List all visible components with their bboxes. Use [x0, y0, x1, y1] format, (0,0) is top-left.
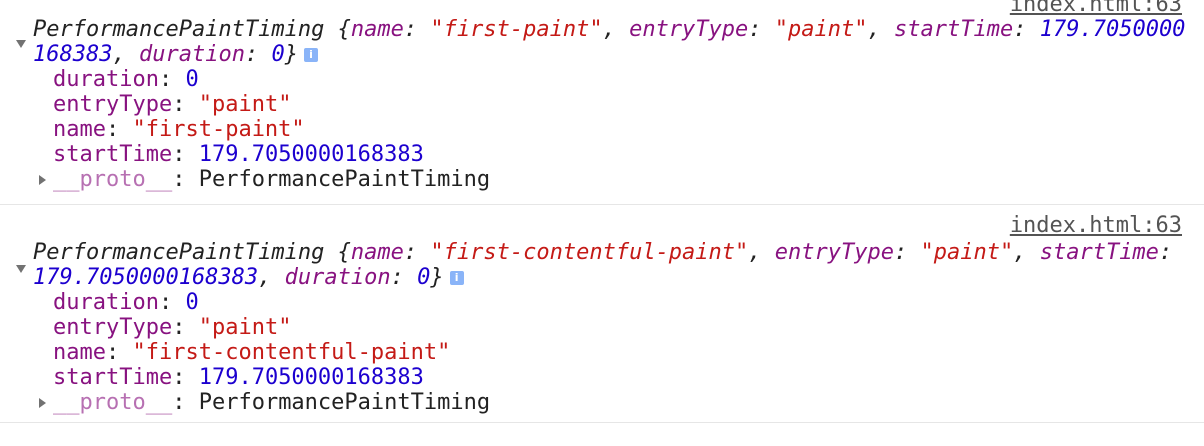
summary-value: 179.7050000168383: [33, 265, 259, 290]
summary-key: name: [350, 17, 404, 42]
property-row[interactable]: duration: 0: [53, 67, 490, 92]
summary-value: "first-paint": [430, 17, 603, 42]
expand-triangle-icon[interactable]: [39, 398, 46, 408]
property-row[interactable]: duration: 0: [53, 290, 490, 315]
property-row[interactable]: name: "first-paint": [53, 117, 490, 142]
summary-value: 0: [417, 265, 431, 290]
property-row[interactable]: entryType: "paint": [53, 315, 490, 340]
class-name: PerformancePaintTiming: [33, 240, 325, 265]
proto-row[interactable]: __proto__: PerformancePaintTiming: [39, 167, 491, 192]
summary-key: startTime: [894, 17, 1014, 42]
property-key: __proto__: [53, 167, 173, 192]
class-name: PerformancePaintTiming: [33, 17, 325, 42]
property-key: startTime: [53, 142, 173, 167]
object-summary[interactable]: PerformancePaintTiming {name: "first-pai…: [33, 17, 1193, 67]
property-value: 179.7050000168383: [198, 365, 424, 390]
object-summary[interactable]: PerformancePaintTiming {name: "first-con…: [33, 240, 1193, 290]
property-value: "paint": [198, 92, 292, 117]
summary-value: "first-contentful-paint": [430, 240, 749, 265]
summary-key: duration: [284, 265, 391, 290]
info-icon[interactable]: i: [303, 48, 318, 62]
property-list: duration: 0 entryType: "paint" name: "fi…: [39, 67, 491, 192]
summary-value: "paint": [774, 17, 868, 42]
summary-value: "paint": [920, 240, 1014, 265]
property-key: duration: [53, 67, 159, 92]
property-value: "first-contentful-paint": [132, 340, 451, 365]
property-value: 0: [185, 67, 199, 92]
property-row[interactable]: startTime: 179.7050000168383: [53, 142, 490, 167]
property-list: duration: 0 entryType: "paint" name: "fi…: [39, 290, 491, 415]
property-key: duration: [53, 290, 159, 315]
expand-triangle-icon[interactable]: [39, 175, 46, 185]
property-value: 179.7050000168383: [198, 142, 424, 167]
summary-key: startTime: [1039, 240, 1159, 265]
console-log-entry: index.html:63 PerformancePaintTiming {na…: [0, 0, 1204, 204]
collapse-triangle-icon[interactable]: [16, 265, 26, 273]
console-log-entry: index.html:63 PerformancePaintTiming {na…: [0, 204, 1204, 423]
property-value: "first-paint": [132, 117, 305, 142]
property-value: "paint": [198, 315, 292, 340]
proto-row[interactable]: __proto__: PerformancePaintTiming: [39, 390, 491, 415]
collapse-triangle-icon[interactable]: [16, 40, 26, 48]
source-link[interactable]: index.html:63: [1010, 0, 1182, 17]
property-key: startTime: [53, 365, 173, 390]
property-row[interactable]: startTime: 179.7050000168383: [53, 365, 490, 390]
property-key: entryType: [53, 315, 173, 340]
property-value: PerformancePaintTiming: [198, 390, 491, 415]
summary-value: 0: [271, 42, 285, 67]
console-divider: [0, 422, 1204, 423]
summary-key: name: [350, 240, 404, 265]
property-key: __proto__: [53, 390, 173, 415]
property-value: PerformancePaintTiming: [198, 167, 491, 192]
summary-key: entryType: [774, 240, 894, 265]
property-row[interactable]: name: "first-contentful-paint": [53, 340, 490, 365]
summary-key: entryType: [629, 17, 749, 42]
property-value: 0: [185, 290, 199, 315]
info-icon[interactable]: i: [449, 271, 464, 285]
summary-key: duration: [138, 42, 245, 67]
property-key: name: [53, 117, 106, 142]
property-row[interactable]: entryType: "paint": [53, 92, 490, 117]
property-key: entryType: [53, 92, 173, 117]
source-link[interactable]: index.html:63: [1010, 213, 1182, 238]
property-key: name: [53, 340, 106, 365]
